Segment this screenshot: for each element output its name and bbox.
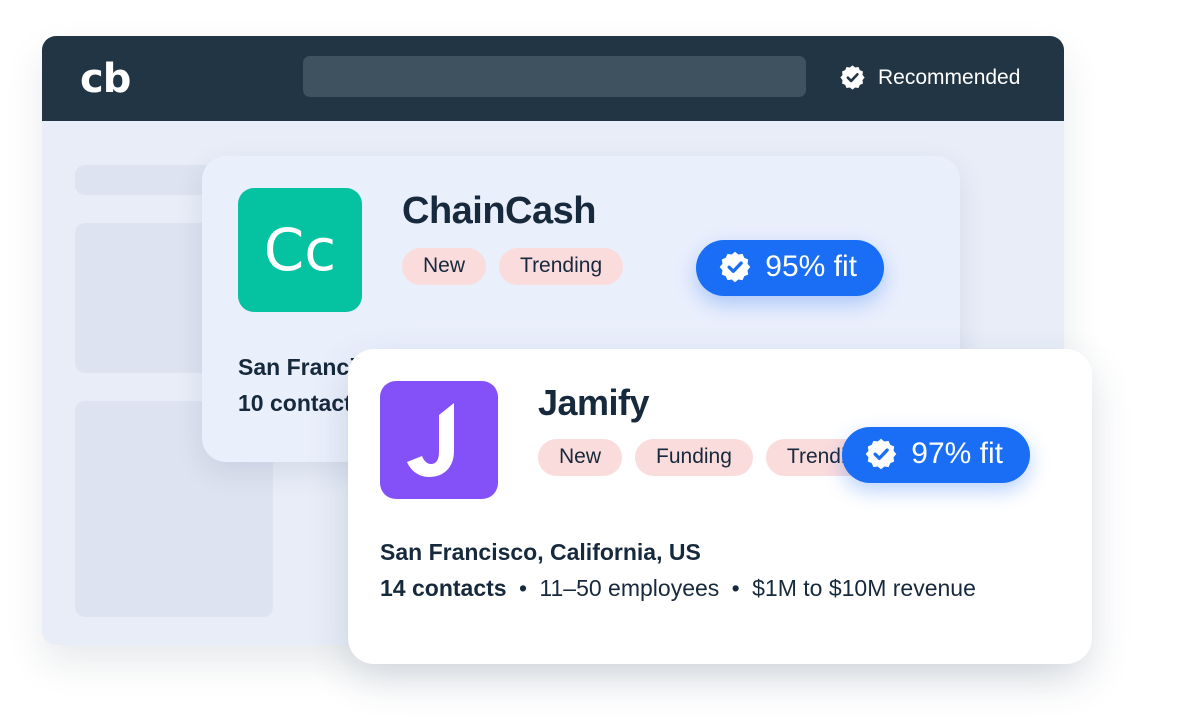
tag-list-chaincash: New Trending — [402, 248, 624, 285]
letter-j-glyph — [407, 403, 454, 477]
screenshot-stage: cb Recommended Cc ChainCash New Trending… — [0, 0, 1200, 718]
company-name: Jamify — [538, 382, 650, 423]
avatar-initials: Cc — [263, 216, 337, 284]
cb-logo[interactable]: cb — [80, 59, 131, 99]
company-info-chaincash: ChainCash New Trending — [402, 188, 624, 285]
tag-new[interactable]: New — [402, 248, 487, 285]
recommended-label: Recommended — [878, 65, 1021, 89]
stat-separator: • — [518, 574, 528, 601]
fit-score-label: 97% fit — [911, 437, 1003, 470]
company-name: ChainCash — [402, 190, 596, 232]
company-location: San Francisco, California, US — [380, 539, 701, 565]
company-contacts: 14 contacts — [380, 574, 507, 601]
company-card-jamify[interactable]: Jamify New Funding Trending 97% fit San … — [348, 349, 1092, 664]
tag-trending[interactable]: Trending — [499, 248, 624, 285]
tag-new[interactable]: New — [538, 439, 623, 476]
company-avatar-chaincash: Cc — [238, 188, 362, 312]
company-info-jamify: Jamify New Funding Trending — [538, 381, 891, 476]
verified-badge-icon — [864, 437, 898, 471]
search-input[interactable] — [303, 56, 806, 97]
card-header-chaincash: Cc ChainCash New Trending 95% fit — [238, 188, 924, 312]
fit-score-label: 95% fit — [765, 250, 857, 283]
fit-score-badge-jamify[interactable]: 97% fit — [842, 427, 1030, 483]
fit-score-badge-chaincash[interactable]: 95% fit — [696, 240, 884, 296]
tag-list-jamify: New Funding Trending — [538, 439, 891, 476]
recommended-filter[interactable]: Recommended — [839, 64, 1020, 91]
company-details-jamify: San Francisco, California, US 14 contact… — [380, 535, 1060, 606]
verified-badge-icon — [718, 250, 752, 284]
card-header-jamify: Jamify New Funding Trending 97% fit — [380, 381, 1060, 499]
company-revenue: $1M to $10M revenue — [752, 574, 976, 601]
company-stats: 14 contacts • 11–50 employees • $1M to $… — [380, 571, 1060, 607]
company-employees: 11–50 employees — [539, 574, 720, 601]
company-avatar-jamify — [380, 381, 498, 499]
tag-funding[interactable]: Funding — [635, 439, 753, 476]
stat-separator: • — [731, 574, 740, 601]
verified-badge-icon — [839, 64, 866, 91]
app-header: cb Recommended — [42, 36, 1064, 121]
